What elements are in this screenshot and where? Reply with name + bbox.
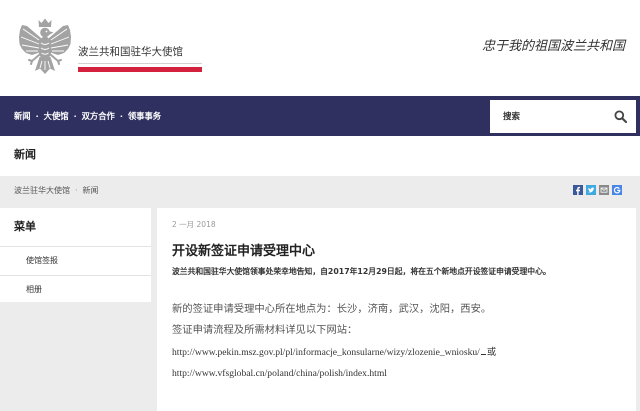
nav-item-cooperation[interactable]: 双方合作 [82,110,115,122]
polish-eagle-emblem-icon[interactable] [17,17,73,79]
page-title: 新闻 [14,148,36,161]
nav-menu: 新闻 · 大使馆 · 双方合作 · 领事事务 [14,96,161,136]
nav-separator: · [73,111,77,121]
email-icon[interactable] [599,185,609,195]
breadcrumb: 波兰驻华大使馆 · 新闻 [14,176,99,206]
main-navigation: 新闻 · 大使馆 · 双方合作 · 领事事务 [0,96,640,136]
brand-red-bar [78,67,202,72]
link-suffix-or: 或 [486,347,497,358]
sidebar-item-briefing[interactable]: 使馆签报 [0,247,151,276]
breadcrumb-separator: · [75,186,78,195]
page-header: 新闻 [0,136,640,176]
article-paragraph: 签证申请流程及所需材料详见以下网站： [172,324,358,336]
brand-divider-line [78,63,202,64]
google-plus-icon[interactable] [612,185,622,195]
nav-item-news[interactable]: 新闻 [14,110,31,122]
article-link-line: http://www.pekin.msz.gov.pl/pl/informacj… [172,347,496,359]
twitter-icon[interactable] [586,185,596,195]
search-input[interactable] [490,100,608,133]
article-title: 开设新签证申请受理中心 [172,244,316,259]
share-icons [573,185,622,195]
site-name-link[interactable]: 波兰共和国驻华大使馆 [78,46,183,58]
breadcrumb-item-current: 新闻 [82,186,99,195]
link-gap-underline [480,354,486,355]
nav-item-consular[interactable]: 领事事务 [128,110,161,122]
sidebar-menu: 菜单 使馆签报 相册 [0,208,151,302]
article-date: 2 一月 2018 [172,220,216,229]
nav-item-embassy[interactable]: 大使馆 [44,110,69,122]
sidebar-title: 菜单 [0,208,151,247]
breadcrumb-item-home[interactable]: 波兰驻华大使馆 [14,186,70,195]
msz-visa-link[interactable]: http://www.pekin.msz.gov.pl/pl/informacj… [172,347,480,358]
article-link-line: http://www.vfsglobal.cn/poland/china/pol… [172,368,387,380]
nav-separator: · [119,111,123,121]
breadcrumb-bar: 波兰驻华大使馆 · 新闻 [0,176,640,206]
facebook-icon[interactable] [573,185,583,195]
site-header: 波兰共和国驻华大使馆 忠于我的祖国波兰共和国 [0,0,640,96]
article-lead: 波兰共和国驻华大使馆领事处荣幸地告知，自2017年12月29日起，将在五个新地点… [172,267,551,276]
nav-separator: · [35,111,39,121]
vfs-global-link[interactable]: http://www.vfsglobal.cn/poland/china/pol… [172,368,387,379]
article-paragraph: 新的签证申请受理中心所在地点为：长沙，济南，武汉，沈阳，西安。 [172,303,492,315]
article-panel: 2 一月 2018 开设新签证申请受理中心 波兰共和国驻华大使馆领事处荣幸地告知… [157,208,636,411]
search-box [490,100,636,133]
site-motto: 忠于我的祖国波兰共和国 [481,39,625,54]
search-icon[interactable] [614,110,627,123]
sidebar-item-gallery[interactable]: 相册 [0,276,151,302]
